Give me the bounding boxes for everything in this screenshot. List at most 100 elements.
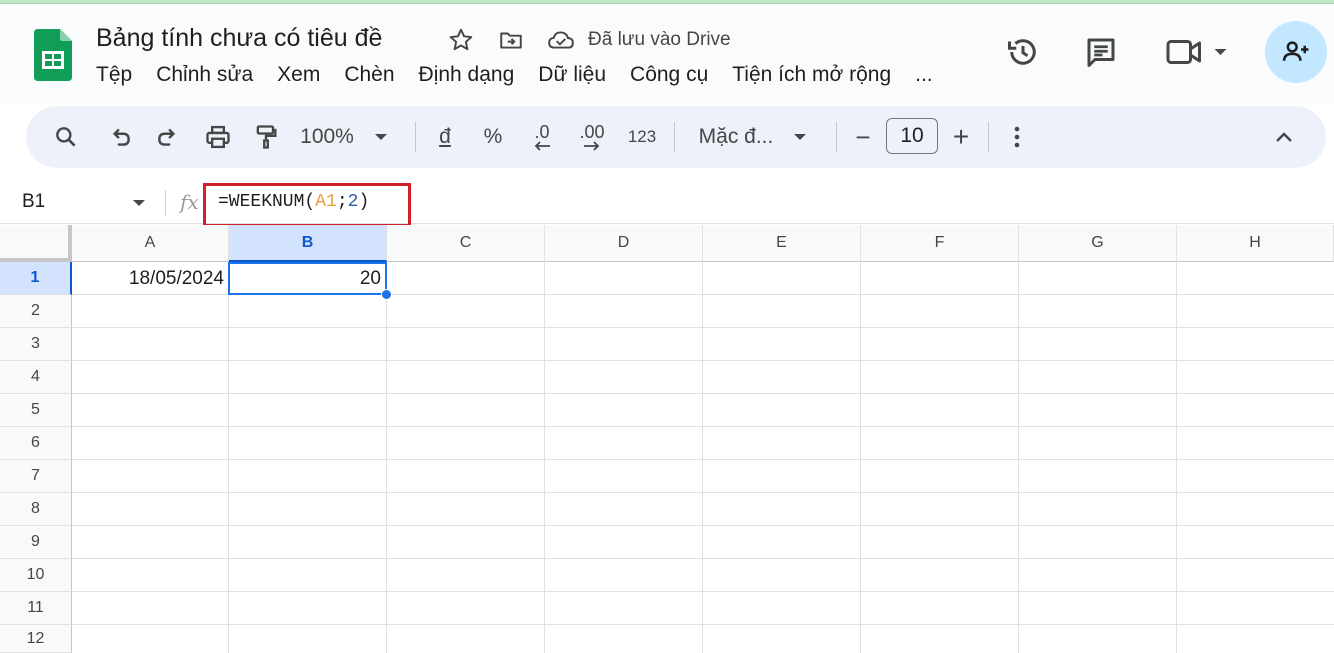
zoom-value: 100%: [300, 125, 354, 148]
comment-icon[interactable]: [1081, 32, 1121, 72]
history-icon[interactable]: [1003, 32, 1043, 72]
column-header-a[interactable]: A: [72, 225, 229, 262]
name-box[interactable]: B1: [22, 191, 45, 213]
gridline: [386, 262, 387, 653]
gridline: [1018, 262, 1019, 653]
move-folder-icon[interactable]: [497, 26, 525, 54]
row-header-10[interactable]: 10: [0, 559, 72, 592]
menu-insert[interactable]: Chèn: [332, 60, 406, 90]
collapse-menu-icon[interactable]: [1266, 106, 1302, 168]
search-icon[interactable]: [48, 106, 84, 168]
menu-format[interactable]: Định dạng: [407, 60, 527, 90]
formula-separator: ;: [336, 192, 348, 212]
number-format-button[interactable]: 123: [624, 106, 660, 168]
chevron-down-icon: [794, 134, 807, 140]
gridline: [72, 393, 1334, 394]
chevron-down-icon[interactable]: [130, 198, 148, 208]
gridline: [72, 459, 1334, 460]
formula-function: =WEEKNUM(: [218, 192, 316, 212]
header: Bảng tính chưa có tiêu đề Đã lưu vào Dri…: [0, 4, 1334, 104]
toolbar-divider: [415, 122, 416, 152]
gridline: [72, 492, 1334, 493]
row-header-6[interactable]: 6: [0, 427, 72, 460]
arrow-left-icon: [534, 141, 550, 151]
row-header-4[interactable]: 4: [0, 361, 72, 394]
toolbar-divider: [988, 122, 989, 152]
paint-format-icon[interactable]: [248, 106, 284, 168]
row-header-9[interactable]: 9: [0, 526, 72, 559]
toolbar-divider: [674, 122, 675, 152]
gridline: [72, 591, 1334, 592]
row-header-7[interactable]: 7: [0, 460, 72, 493]
row-header-11[interactable]: 11: [0, 592, 72, 625]
font-select[interactable]: Mặc đ...: [690, 106, 820, 168]
gridline: [544, 262, 545, 653]
gridline: [72, 360, 1334, 361]
toolbar-divider: [836, 122, 837, 152]
formula-input[interactable]: =WEEKNUM(A1;2): [218, 192, 369, 212]
row-header-3[interactable]: 3: [0, 328, 72, 361]
menu-view[interactable]: Xem: [265, 60, 332, 90]
percent-format-button[interactable]: %: [478, 106, 508, 168]
gridline: [860, 262, 861, 653]
column-header-g[interactable]: G: [1019, 225, 1177, 262]
column-header-b[interactable]: B: [229, 225, 387, 262]
menu-tools[interactable]: Công cụ: [618, 60, 720, 90]
formula-close: ): [358, 192, 370, 212]
row-header-12[interactable]: 12: [0, 625, 72, 653]
formula-argument: 2: [347, 192, 359, 212]
gridline: [228, 262, 229, 653]
gridline: [72, 624, 1334, 625]
star-icon[interactable]: [447, 26, 475, 54]
fill-handle[interactable]: [381, 289, 392, 300]
share-button[interactable]: [1265, 21, 1327, 83]
saved-status[interactable]: Đã lưu vào Drive: [588, 29, 731, 51]
video-icon[interactable]: [1163, 32, 1233, 72]
undo-icon[interactable]: [102, 106, 138, 168]
arrow-right-icon: [584, 141, 600, 151]
column-header-e[interactable]: E: [703, 225, 861, 262]
row-header-5[interactable]: 5: [0, 394, 72, 427]
formula-reference: A1: [315, 192, 337, 212]
selected-cell-border: [228, 262, 387, 295]
sheets-logo-icon[interactable]: [34, 29, 72, 81]
formula-bar: B1 fx =WEEKNUM(A1;2): [0, 182, 1334, 227]
gridline: [702, 262, 703, 653]
document-title[interactable]: Bảng tính chưa có tiêu đề: [96, 24, 382, 53]
currency-format-button[interactable]: đ: [430, 106, 460, 168]
cloud-saved-icon[interactable]: [547, 26, 575, 54]
menu-bar: Tệp Chỉnh sửa Xem Chèn Định dạng Dữ liệu…: [84, 60, 945, 90]
row-header-2[interactable]: 2: [0, 295, 72, 328]
formula-bar-divider: [165, 190, 166, 216]
redo-icon[interactable]: [150, 106, 186, 168]
function-icon: fx: [180, 190, 199, 214]
menu-data[interactable]: Dữ liệu: [526, 60, 618, 90]
spreadsheet-grid: A B C D E F G H 1 2 3 4 5 6 7 8 9 10 11 …: [0, 225, 1334, 653]
cell-a1[interactable]: 18/05/2024: [72, 262, 228, 295]
column-header-h[interactable]: H: [1177, 225, 1334, 262]
more-options-icon[interactable]: [1002, 106, 1032, 168]
gridline: [72, 558, 1334, 559]
decrease-font-size-button[interactable]: −: [848, 106, 878, 168]
menu-extensions[interactable]: Tiện ích mở rộng: [720, 60, 903, 90]
row-header-1[interactable]: 1: [0, 262, 72, 295]
increase-decimal-button[interactable]: .00: [572, 106, 612, 168]
menu-edit[interactable]: Chỉnh sửa: [144, 60, 265, 90]
print-icon[interactable]: [200, 106, 236, 168]
menu-more[interactable]: ...: [903, 60, 945, 90]
menu-file[interactable]: Tệp: [84, 60, 144, 90]
zoom-select[interactable]: 100%: [296, 106, 396, 168]
gridline: [72, 426, 1334, 427]
increase-font-size-button[interactable]: +: [946, 106, 976, 168]
column-header-f[interactable]: F: [861, 225, 1019, 262]
column-header-d[interactable]: D: [545, 225, 703, 262]
chevron-down-icon: [374, 134, 387, 140]
column-header-c[interactable]: C: [387, 225, 545, 262]
row-header-8[interactable]: 8: [0, 493, 72, 526]
gridline: [72, 327, 1334, 328]
toolbar: 100% đ % .0 .00 123 Mặc đ... − 10 +: [26, 106, 1326, 168]
decrease-decimal-button[interactable]: .0: [524, 106, 560, 168]
gridline: [1176, 262, 1177, 653]
font-size-input[interactable]: 10: [886, 118, 938, 154]
select-all-corner[interactable]: [0, 225, 72, 262]
